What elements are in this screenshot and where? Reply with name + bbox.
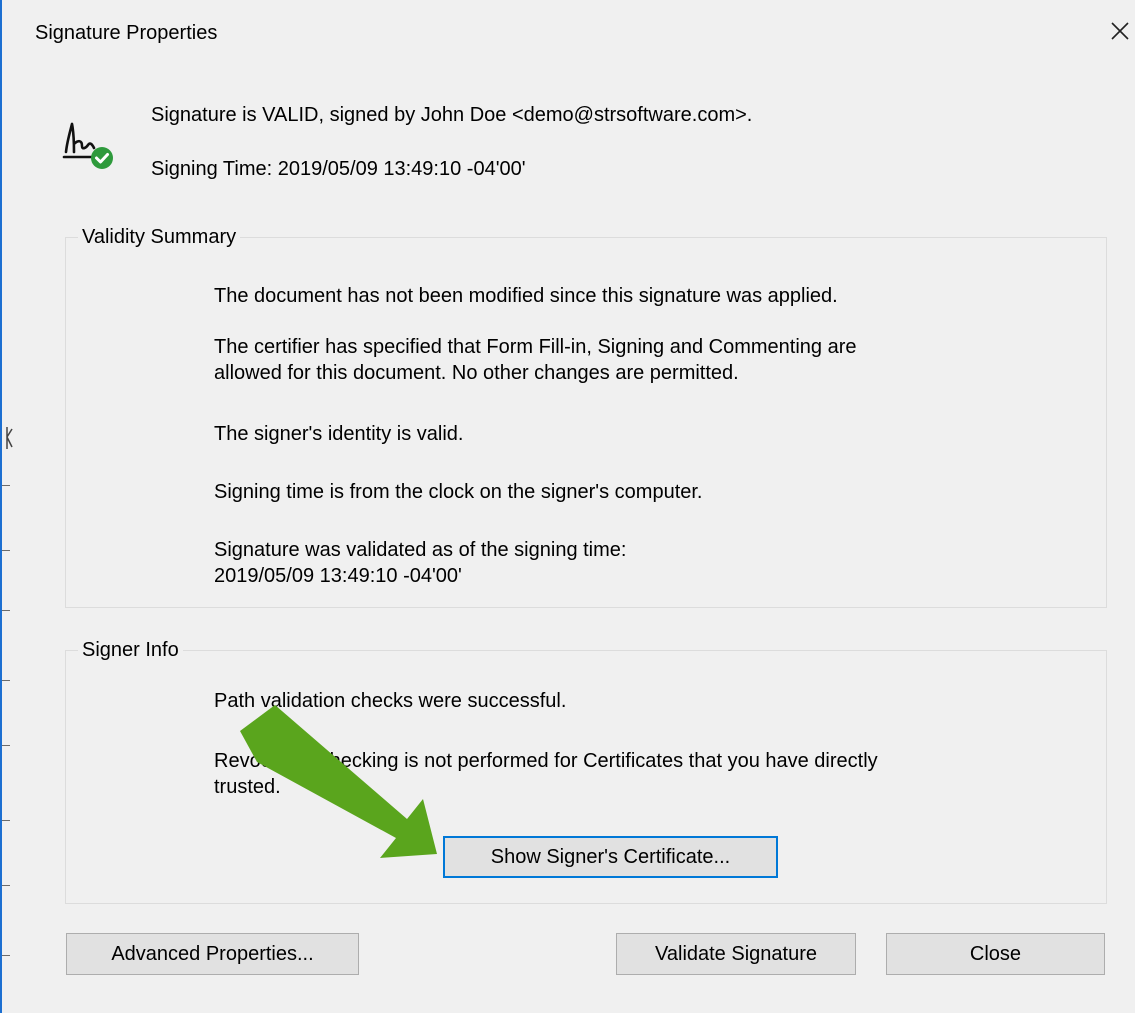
dialog-title: Signature Properties bbox=[35, 22, 218, 44]
validity-line: The certifier has specified that Form Fi… bbox=[214, 336, 857, 358]
background-tick bbox=[2, 610, 10, 611]
green-arrow-annotation bbox=[240, 705, 437, 858]
validity-summary-group: Validity Summary The document has not be… bbox=[65, 225, 1107, 608]
validate-signature-button[interactable]: Validate Signature bbox=[616, 933, 856, 975]
background-glyph bbox=[6, 427, 13, 449]
background-tick bbox=[2, 885, 10, 886]
validity-summary-legend: Validity Summary bbox=[78, 225, 241, 249]
validity-line: Signature was validated as of the signin… bbox=[214, 539, 627, 561]
close-button[interactable]: Close bbox=[886, 933, 1105, 975]
advanced-properties-button[interactable]: Advanced Properties... bbox=[66, 933, 359, 975]
background-tick bbox=[2, 745, 10, 746]
close-icon[interactable] bbox=[1107, 18, 1133, 44]
validity-line: The signer's identity is valid. bbox=[214, 423, 464, 445]
signature-status: Signature is VALID, signed by John Doe <… bbox=[151, 104, 753, 126]
background-tick bbox=[2, 485, 10, 486]
signature-valid-icon bbox=[62, 122, 113, 169]
validity-line: Signing time is from the clock on the si… bbox=[214, 481, 703, 503]
signature-properties-dialog: Signature Properties Signature is VALID,… bbox=[15, 0, 1135, 1013]
window-edge bbox=[0, 0, 2, 1013]
validity-line: allowed for this document. No other chan… bbox=[214, 362, 739, 384]
validity-line: 2019/05/09 13:49:10 -04'00' bbox=[214, 565, 462, 587]
background-tick bbox=[2, 550, 10, 551]
background-tick bbox=[2, 820, 10, 821]
validity-line: The document has not been modified since… bbox=[214, 285, 838, 307]
show-signer-certificate-button[interactable]: Show Signer's Certificate... bbox=[443, 836, 778, 878]
signing-time: Signing Time: 2019/05/09 13:49:10 -04'00… bbox=[151, 158, 526, 180]
background-tick bbox=[2, 680, 10, 681]
signer-info-legend: Signer Info bbox=[78, 638, 183, 662]
background-tick bbox=[2, 955, 10, 956]
